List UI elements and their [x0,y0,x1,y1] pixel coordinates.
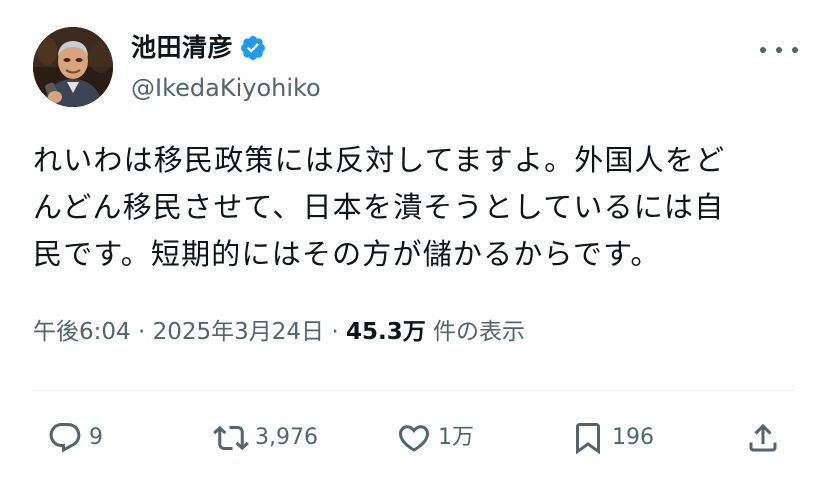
tweet-time[interactable]: 午後6:04 [33,319,131,345]
views-count[interactable]: 45.3万 [346,319,426,345]
tweet-metadata: 午後6:04 · 2025年3月24日 · 45.3万 件の表示 [33,314,525,350]
dot [776,47,782,53]
like-count: 1万 [438,425,474,450]
tweet-text-line: んどん移民させて、日本を潰そうとしているには自 [33,190,725,224]
retweet-count: 3,976 [255,425,318,450]
tweet-text-line: 民です。短期的にはその方が儲かるからです。 [33,237,661,271]
reply-button[interactable]: 9 [47,415,103,461]
separator: · [130,319,153,345]
retweet-button[interactable]: 3,976 [213,415,318,461]
share-button[interactable] [745,415,781,461]
retweet-icon [213,425,249,451]
tweet: 池田清彦 @IkedaKiyohiko れいわは移民政策には反対してますよ。外国… [0,0,828,488]
author-name-row[interactable]: 池田清彦 [131,30,267,66]
separator: · [324,319,346,345]
bookmark-button[interactable]: 196 [570,415,654,461]
verified-badge-icon [241,36,265,60]
divider [33,390,795,391]
views-label[interactable]: 件の表示 [426,319,525,345]
more-options-icon[interactable] [760,40,798,60]
like-button[interactable]: 1万 [396,415,474,461]
dot [760,47,766,53]
avatar-photo [33,27,113,107]
reply-count: 9 [89,425,103,450]
heart-icon [398,425,430,452]
bookmark-count: 196 [612,425,654,450]
display-name[interactable]: 池田清彦 [131,30,233,66]
avatar[interactable] [33,27,113,107]
share-icon [749,423,777,452]
author-handle[interactable]: @IkedaKiyohiko [131,70,321,106]
dot [792,47,798,53]
reply-icon [49,423,81,453]
tweet-date[interactable]: 2025年3月24日 [153,319,324,345]
action-bar: 9 3,976 1万 196 [0,415,828,461]
tweet-text: れいわは移民政策には反対してますよ。外国人をど んどん移民させて、日本を潰そうと… [33,137,803,278]
bookmark-icon [576,423,600,455]
tweet-text-line: れいわは移民政策には反対してますよ。外国人をど [33,143,726,177]
